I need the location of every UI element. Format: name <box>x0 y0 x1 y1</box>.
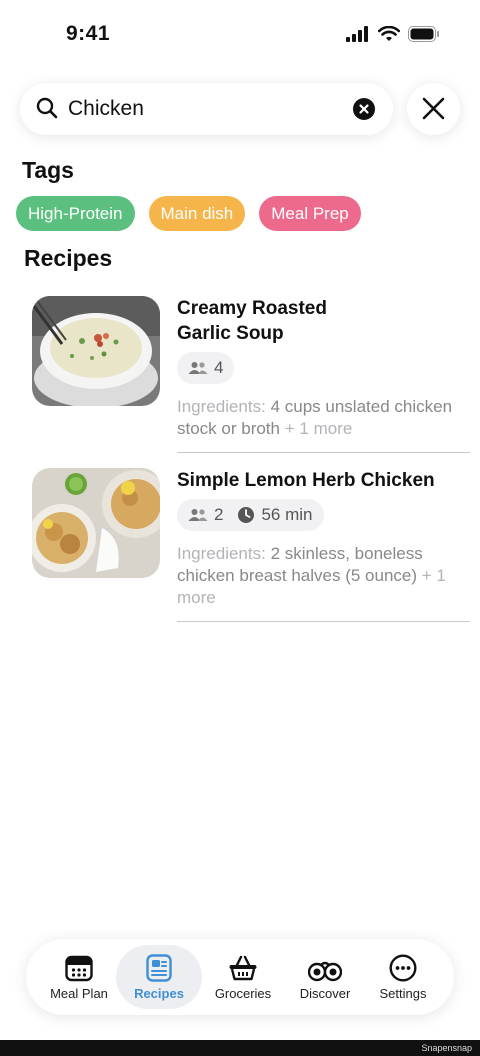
tab-discover[interactable]: Discover <box>282 945 368 1009</box>
binoculars-icon <box>308 961 342 982</box>
calendar-icon <box>65 955 93 982</box>
tab-recipes[interactable]: Recipes <box>116 945 202 1009</box>
servings-count: 2 <box>214 505 224 524</box>
ingredients-summary: Ingredients: 4 cups unslated chicken sto… <box>177 396 470 440</box>
ingredients-summary: Ingredients: 2 skinless, boneless chicke… <box>177 543 470 609</box>
tag-high-protein[interactable]: High-Protein <box>16 196 135 231</box>
battery-icon <box>408 26 439 42</box>
recipe-image-lemon-herb-chicken <box>32 468 160 578</box>
watermark: Snapensnap <box>421 1043 472 1053</box>
recipe-meta: 2 56 min <box>177 499 324 531</box>
servings-count: 4 <box>214 358 224 377</box>
tab-label: Discover <box>299 986 351 1001</box>
cellular-signal-icon <box>346 26 368 42</box>
recipe-card-lemon-herb-chicken[interactable]: Simple Lemon Herb Chicken 2 56 min Ingre… <box>32 468 470 628</box>
recipe-card-garlic-soup[interactable]: Creamy Roasted Garlic Soup 4 Ingredients… <box>32 296 470 456</box>
recipe-title: Creamy Roasted Garlic Soup <box>177 296 470 346</box>
ingredients-label: Ingredients: <box>177 397 266 416</box>
tab-settings[interactable]: Settings <box>360 945 446 1009</box>
recipe-image-garlic-soup <box>32 296 160 406</box>
clear-search-button[interactable] <box>353 98 375 120</box>
bottom-tab-bar: Meal Plan Recipes Groceries Discover Set… <box>26 939 454 1015</box>
tab-label: Meal Plan <box>50 986 108 1001</box>
tag-list: High-Protein Main dish Meal Prep <box>16 196 361 231</box>
tab-meal-plan[interactable]: Meal Plan <box>36 945 122 1009</box>
divider <box>177 621 470 622</box>
recipe-title: Simple Lemon Herb Chicken <box>177 470 435 491</box>
tag-main-dish[interactable]: Main dish <box>148 196 246 231</box>
recipe-title-line: Creamy Roasted <box>177 298 327 319</box>
bottom-strip <box>0 1040 480 1056</box>
basket-icon <box>229 955 257 981</box>
cook-time: 56 min <box>261 505 313 524</box>
divider <box>177 452 470 453</box>
people-icon <box>188 362 208 374</box>
tab-label: Settings <box>379 986 427 1001</box>
people-icon <box>188 509 208 521</box>
search-bar[interactable] <box>20 83 393 135</box>
tag-meal-prep[interactable]: Meal Prep <box>259 196 361 231</box>
more-icon <box>389 954 417 982</box>
close-icon <box>422 97 445 120</box>
search-input[interactable] <box>68 91 348 127</box>
ingredients-more: + 1 more <box>284 419 353 438</box>
clock-icon <box>238 507 255 523</box>
status-time: 9:41 <box>66 22 111 45</box>
search-icon <box>36 97 58 119</box>
tab-label: Groceries <box>214 986 272 1001</box>
recipe-book-icon <box>146 954 172 982</box>
recipe-details: Simple Lemon Herb Chicken 2 56 min Ingre… <box>177 468 470 609</box>
ingredients-label: Ingredients: <box>177 544 266 563</box>
recipe-title-line: Garlic Soup <box>177 323 284 344</box>
status-bar: 9:41 <box>0 0 480 70</box>
close-search-button[interactable] <box>407 83 460 135</box>
recipe-meta: 4 <box>177 352 235 384</box>
clear-icon <box>359 104 369 114</box>
recipe-details: Creamy Roasted Garlic Soup 4 Ingredients… <box>177 296 470 440</box>
tab-label: Recipes <box>134 986 184 1001</box>
wifi-icon <box>378 26 400 41</box>
tab-groceries[interactable]: Groceries <box>200 945 286 1009</box>
status-icons <box>346 26 440 42</box>
tags-heading: Tags <box>22 157 74 183</box>
recipes-heading: Recipes <box>24 245 113 271</box>
